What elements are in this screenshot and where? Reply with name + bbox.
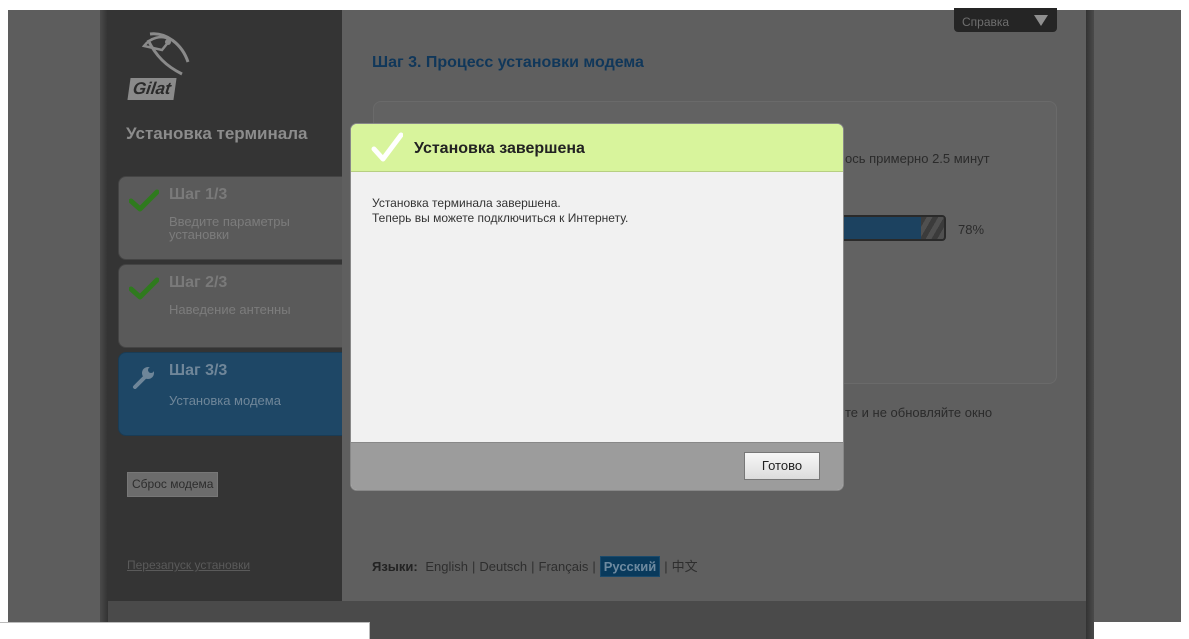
dialog-message-line-1: Установка терминала завершена.: [372, 196, 561, 210]
page-background-left: [8, 10, 108, 622]
progress-fill: [838, 217, 921, 239]
completion-dialog: Установка завершена Установка терминала …: [351, 124, 843, 490]
separator: |: [664, 559, 668, 574]
progress-percent: 78%: [958, 222, 985, 237]
separator: |: [592, 559, 596, 574]
language-english[interactable]: English: [425, 559, 468, 574]
step-title: Шаг 2/3: [169, 274, 228, 291]
warning-text: те и не обновляйте окно: [845, 405, 993, 420]
progress-remaining: [920, 217, 944, 239]
chevron-down-icon: [1034, 15, 1048, 26]
language-selector: Языки: English | Deutsch | Français | Русский |…: [372, 556, 698, 577]
separator: |: [472, 559, 476, 574]
logo-text: Gilat: [127, 78, 177, 100]
language-francais[interactable]: Français: [539, 559, 589, 574]
wrench-icon: [133, 367, 154, 389]
page-title: Шаг 3. Процесс установки модема: [372, 54, 644, 71]
languages-label: Языки:: [372, 559, 418, 574]
reset-modem-button[interactable]: Сброс модема: [127, 472, 219, 497]
language-russian-active[interactable]: Русский: [599, 556, 661, 577]
dialog-body: Установка терминала завершена. Теперь вы…: [372, 196, 628, 226]
progress-bar: [836, 215, 946, 241]
sidebar-step-2[interactable]: Шаг 2/3 Наведение антенны: [118, 264, 344, 348]
language-chinese[interactable]: 中文: [672, 559, 698, 574]
page-background-right: [1088, 10, 1181, 622]
separator: |: [531, 559, 535, 574]
done-button[interactable]: Готово: [744, 452, 820, 480]
sidebar-title: Установка терминала: [126, 124, 308, 143]
checkmark-icon: [371, 132, 403, 162]
frame-shadow-right: [1086, 10, 1094, 639]
dialog-header: Установка завершена: [351, 124, 843, 172]
step-description: Введите параметры установки: [169, 214, 290, 242]
step-description: Установка модема: [169, 393, 281, 408]
step-description: Наведение антенны: [169, 302, 291, 317]
language-deutsch[interactable]: Deutsch: [479, 559, 527, 574]
bottom-white-strip: [0, 622, 370, 639]
help-label: Справка: [962, 15, 1010, 29]
screen: Gilat Установка терминала Шаг 1/3 Введит…: [0, 0, 1189, 639]
step-title: Шаг 3/3: [169, 362, 228, 379]
sidebar-step-3-active[interactable]: Шаг 3/3 Установка модема: [118, 352, 355, 436]
time-remaining-text: ось примерно 2.5 минут: [845, 151, 990, 166]
checkmark-icon: [129, 189, 159, 212]
dialog-title: Установка завершена: [414, 140, 585, 157]
restart-setup-link[interactable]: Перезапуск установки: [127, 558, 250, 572]
sidebar-step-1[interactable]: Шаг 1/3 Введите параметры установки: [118, 176, 344, 260]
dialog-message-line-2: Теперь вы можете подключиться к Интернет…: [372, 211, 629, 225]
checkmark-icon: [129, 277, 159, 300]
help-dropdown[interactable]: Справка: [954, 8, 1057, 32]
frame-shadow-left: [100, 10, 108, 639]
dialog-footer: Готово: [351, 442, 843, 490]
step-title: Шаг 1/3: [169, 186, 228, 203]
